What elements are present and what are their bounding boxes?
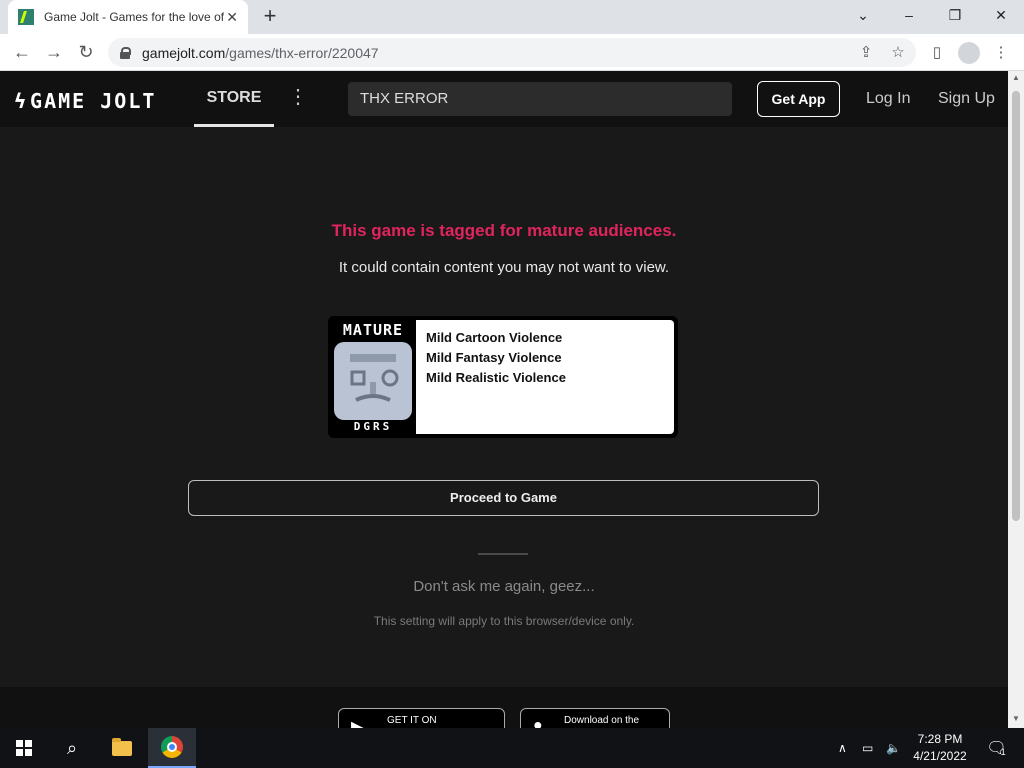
- chrome-icon: [161, 736, 183, 758]
- search-input[interactable]: THX ERROR: [348, 82, 732, 116]
- gamejolt-logo[interactable]: ϟ GAME JOLT: [14, 89, 156, 113]
- lock-icon[interactable]: [120, 46, 131, 59]
- url-field[interactable]: gamejolt.com/games/thx-error/220047: [108, 38, 916, 67]
- content-descriptor-list: Mild Cartoon Violence Mild Fantasy Viole…: [416, 320, 674, 434]
- proceed-to-game-button[interactable]: Proceed to Game: [188, 480, 819, 516]
- url-domain: gamejolt.com: [142, 44, 226, 61]
- back-arrow-icon[interactable]: ←: [10, 40, 34, 64]
- reload-icon[interactable]: ↻: [74, 40, 98, 64]
- close-window-button[interactable]: ✕: [978, 0, 1024, 30]
- play-store-icon: ▶: [351, 719, 364, 728]
- scrollbar-thumb[interactable]: [1012, 91, 1020, 521]
- notification-count: 1: [1000, 747, 1006, 757]
- bookmark-star-icon[interactable]: ☆: [887, 42, 909, 64]
- network-icon[interactable]: ▭: [862, 728, 873, 768]
- gamejolt-favicon-icon: [18, 9, 34, 25]
- clock-time: 7:28 PM: [917, 732, 963, 746]
- dont-ask-again-link[interactable]: Don't ask me again, geez...: [0, 578, 1008, 595]
- mature-warning-title: This game is tagged for mature audiences…: [331, 221, 677, 240]
- rating-badge-label: MATURE: [342, 321, 404, 339]
- nav-store-tab[interactable]: STORE: [194, 71, 274, 127]
- windows-taskbar: ⌕ ∧ ▭ 🔈 7:28 PM 4/21/2022 🗨 1: [0, 728, 1024, 768]
- google-play-badge[interactable]: ▶ GET IT ON: [338, 708, 505, 728]
- mature-warning-subtitle: It could contain content you may not wan…: [338, 259, 670, 276]
- get-app-button[interactable]: Get App: [757, 81, 840, 117]
- google-play-text: GET IT ON: [387, 715, 437, 726]
- maximize-button[interactable]: ❐: [932, 0, 978, 30]
- chrome-taskbar-button[interactable]: [148, 728, 196, 768]
- site-navbar: ϟ GAME JOLT STORE ⋮ THX ERROR Get App Log…: [0, 71, 1008, 127]
- apple-icon: ●: [533, 717, 543, 728]
- address-bar: ← → ↻ gamejolt.com/games/thx-error/22004…: [0, 34, 1024, 71]
- page-scrollbar[interactable]: ▲ ▼: [1008, 71, 1024, 728]
- setting-note: This setting will apply to this browser/…: [373, 614, 635, 628]
- logo-text: GAME JOLT: [30, 89, 157, 113]
- url-path: /games/thx-error/220047: [225, 44, 379, 61]
- rating-system-label: DGRS: [353, 420, 393, 433]
- tab-search-icon[interactable]: ⌄: [840, 0, 886, 30]
- app-store-text: Download on the: [564, 715, 640, 726]
- scroll-up-arrow-icon[interactable]: ▲: [1012, 73, 1020, 82]
- clock-date: 4/21/2022: [913, 749, 967, 763]
- system-clock[interactable]: 7:28 PM 4/21/2022: [900, 731, 980, 765]
- notification-center-icon[interactable]: 🗨 1: [984, 728, 1008, 768]
- side-panel-icon[interactable]: ▯: [926, 42, 948, 64]
- monocle-face-icon: [334, 342, 412, 420]
- content-descriptor: Mild Fantasy Violence: [426, 350, 562, 365]
- app-store-badge[interactable]: ● Download on the: [520, 708, 670, 728]
- profile-avatar-icon[interactable]: [958, 42, 980, 64]
- content-descriptor: Mild Realistic Violence: [426, 370, 566, 385]
- windows-logo-icon: [16, 740, 32, 756]
- volume-icon[interactable]: 🔈: [886, 728, 901, 768]
- show-hidden-icons[interactable]: ∧: [838, 728, 847, 768]
- minimize-button[interactable]: –: [886, 0, 932, 30]
- search-icon[interactable]: ⌕: [48, 728, 96, 768]
- log-in-link[interactable]: Log In: [866, 90, 910, 108]
- sign-up-link[interactable]: Sign Up: [938, 90, 995, 108]
- browser-menu-icon[interactable]: ⋮: [990, 42, 1012, 64]
- tab-title: Game Jolt - Games for the love of: [44, 10, 224, 24]
- content-rating-card: MATURE DGRS Mild Cartoon Violence Mild F…: [328, 316, 678, 438]
- new-tab-button[interactable]: +: [258, 5, 282, 29]
- tab-close-icon[interactable]: ✕: [226, 9, 238, 26]
- page-footer: ▶ GET IT ON ● Download on the: [0, 687, 1008, 728]
- browser-tab-strip: Game Jolt - Games for the love of ✕ + ⌄ …: [0, 0, 1024, 34]
- page-viewport: ϟ GAME JOLT STORE ⋮ THX ERROR Get App Log…: [0, 71, 1008, 728]
- browser-tab[interactable]: Game Jolt - Games for the love of ✕: [8, 0, 248, 34]
- file-explorer-button[interactable]: [98, 728, 146, 768]
- folder-icon: [112, 737, 132, 756]
- content-descriptor: Mild Cartoon Violence: [426, 330, 563, 345]
- more-options-icon[interactable]: ⋮: [288, 85, 308, 111]
- start-button[interactable]: [0, 728, 48, 768]
- forward-arrow-icon[interactable]: →: [42, 40, 66, 64]
- bolt-icon: ϟ: [14, 89, 29, 113]
- share-icon[interactable]: ⇪: [855, 42, 877, 64]
- rating-badge: MATURE DGRS: [332, 320, 414, 434]
- divider: [478, 553, 528, 555]
- scroll-down-arrow-icon[interactable]: ▼: [1012, 714, 1020, 723]
